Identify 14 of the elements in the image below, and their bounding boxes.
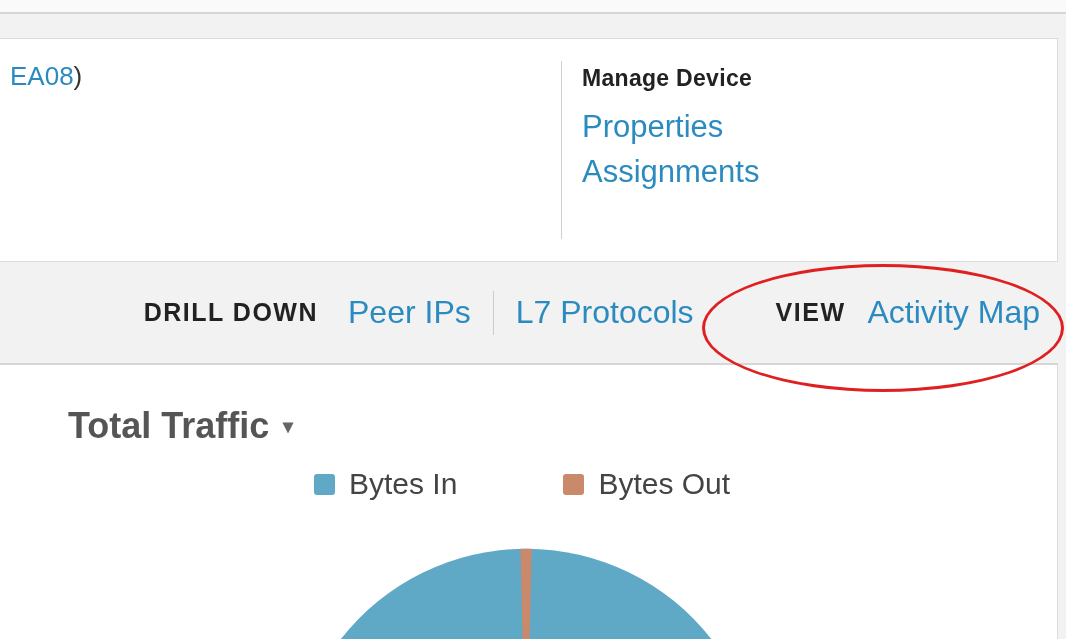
- closing-parenthesis: ): [73, 61, 83, 91]
- drill-down-link[interactable]: Peer IPs: [348, 290, 471, 335]
- legend-label: Bytes In: [349, 467, 458, 501]
- manage-link[interactable]: Assignments: [582, 149, 760, 194]
- activity-map-link[interactable]: Activity Map: [867, 290, 1040, 335]
- view-label: VIEW: [775, 298, 846, 327]
- manage-link[interactable]: Properties: [582, 104, 760, 149]
- manage-device-heading: Manage Device: [582, 65, 754, 92]
- legend-label: Bytes Out: [598, 467, 731, 501]
- device-link[interactable]: EA08: [10, 61, 74, 91]
- drill-down-label: DRILL DOWN: [143, 298, 318, 327]
- dropdown-caret[interactable]: ▾: [283, 414, 294, 438]
- drill-down-link[interactable]: L7 Protocols: [515, 290, 694, 335]
- chart-title: Total Traffic: [68, 405, 270, 447]
